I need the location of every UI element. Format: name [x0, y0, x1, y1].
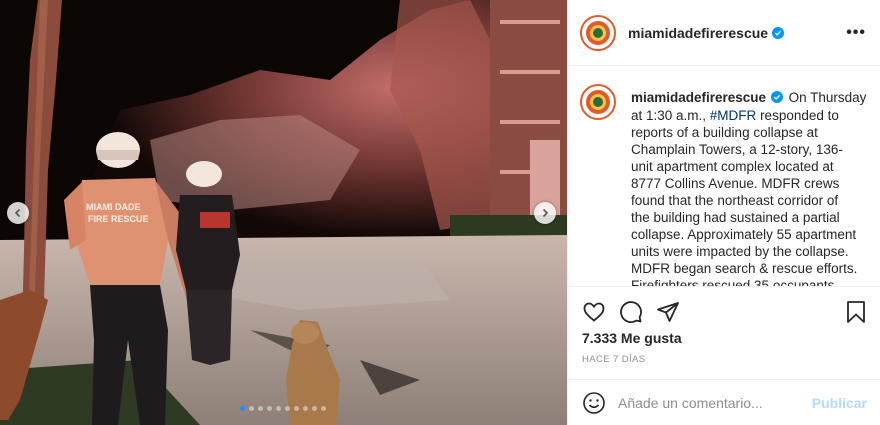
carousel-dot: [267, 406, 272, 411]
hashtag-link[interactable]: #MDFR: [710, 108, 757, 123]
caption-line: collapse. Approximately 55 apartment: [631, 227, 857, 242]
caption-line: Champlain Towers, a 12-story, 136-: [631, 142, 843, 157]
carousel-dot: [285, 406, 290, 411]
profile-username[interactable]: miamidadefirerescue: [628, 25, 768, 41]
caption-line: unit apartment complex located at: [631, 159, 834, 174]
next-photo-button[interactable]: [534, 202, 556, 224]
caption-line: MDFR began search & rescue efforts.: [631, 261, 858, 276]
post-photo[interactable]: MIAMI DADE FIRE RESCUE: [0, 0, 567, 425]
profile-avatar[interactable]: [580, 14, 616, 51]
chevron-right-icon: [542, 208, 549, 218]
emoji-icon[interactable]: [582, 391, 606, 415]
carousel-dot: [249, 406, 254, 411]
caption-line: responded to: [760, 108, 839, 123]
verified-badge-icon: [772, 26, 785, 39]
caption-line: 8777 Collins Avenue. MDFR crews: [631, 176, 840, 191]
caption-line: reports of a building collapse at: [631, 125, 818, 140]
previous-photo-button[interactable]: [7, 202, 29, 224]
share-icon[interactable]: [656, 300, 680, 324]
caption-line: On Thursday: [788, 90, 867, 105]
carousel-dot: [294, 406, 299, 411]
collapse-scene-image: MIAMI DADE FIRE RESCUE: [0, 0, 567, 425]
chevron-left-icon: [14, 208, 21, 218]
shirt-text-line2: FIRE RESCUE: [88, 214, 149, 224]
comment-bar: Publicar: [568, 379, 880, 425]
likes-count[interactable]: 7.333 Me gusta: [582, 330, 682, 346]
comment-input[interactable]: [618, 394, 812, 411]
carousel-indicator: [240, 406, 326, 411]
fire-rescue-logo-icon: [586, 90, 610, 114]
post-actions-bar: [568, 286, 880, 336]
caption-line: the building had sustained a partial: [631, 210, 840, 225]
publish-button[interactable]: Publicar: [812, 395, 867, 411]
carousel-dot: [321, 406, 326, 411]
caption-line: found that the northeast corridor of: [631, 193, 839, 208]
comment-icon[interactable]: [619, 300, 643, 324]
fire-rescue-logo-icon: [586, 20, 610, 45]
shirt-text-line1: MIAMI DADE: [86, 202, 141, 212]
carousel-dot: [312, 406, 317, 411]
post-timestamp[interactable]: HACE 7 DÍAS: [582, 354, 646, 365]
verified-badge-icon: [770, 90, 783, 107]
carousel-dot: [276, 406, 281, 411]
post-header: miamidadefirerescue •••: [568, 0, 880, 66]
carousel-dot: [240, 406, 245, 411]
caption-line: units were impacted by the collapse.: [631, 244, 849, 259]
post-side-panel: miamidadefirerescue ••• miamidadefireres…: [567, 0, 880, 425]
caption-section: miamidadefirerescue On Thursday at 1:30 …: [580, 84, 872, 286]
more-options-button[interactable]: •••: [846, 24, 866, 42]
caption-line: Firefighters rescued 35 occupants: [631, 278, 835, 286]
carousel-dot: [258, 406, 263, 411]
carousel-dot: [303, 406, 308, 411]
caption-avatar[interactable]: [580, 84, 616, 120]
caption-text: miamidadefirerescue On Thursday at 1:30 …: [631, 89, 871, 286]
caption-username[interactable]: miamidadefirerescue: [631, 90, 766, 105]
caption-line: at 1:30 a.m.,: [631, 108, 710, 123]
bookmark-icon[interactable]: [845, 300, 867, 324]
heart-icon[interactable]: [582, 300, 606, 324]
